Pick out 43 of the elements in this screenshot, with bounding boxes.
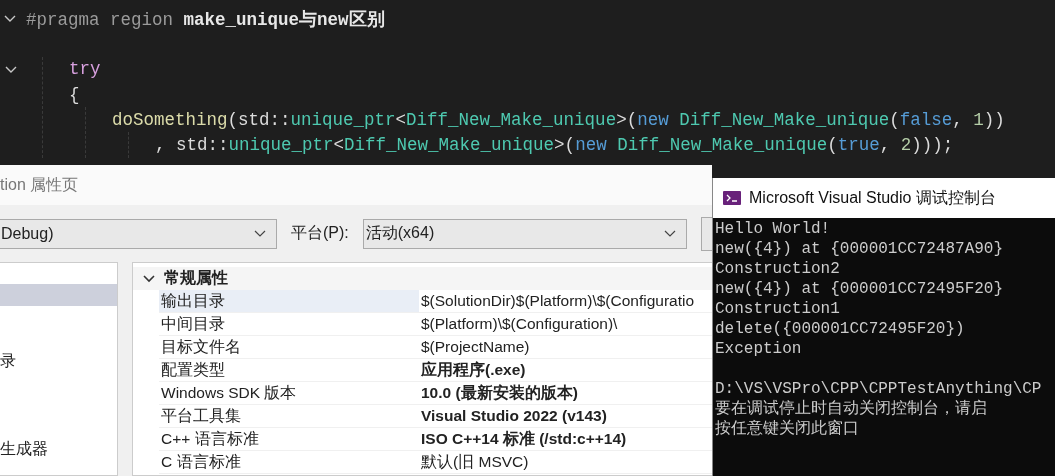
console-line: Construction1 [715,299,841,319]
property-value[interactable]: 应用程序(.exe) [419,359,526,381]
code-line: doSomething(std::unique_ptr<Diff_New_Make_unique>(new Diff_New_Make_unique(false, 1)) [112,109,1005,130]
property-value[interactable]: 默认(旧 MSVC) [419,451,529,473]
property-value[interactable]: ISO C++14 标准 (/std:c++14) [419,428,627,450]
console-line: 按任意键关闭此窗口 [715,419,860,439]
property-value[interactable]: 10.0 (最新安装的版本) [419,382,578,404]
configuration-dropdown[interactable]: Debug) [0,218,277,249]
platform-label: 平台(P): [291,223,349,243]
property-value[interactable]: $(SolutionDir)$(Platform)\$(Configuratio [419,292,695,310]
console-line: 要在调试停止时自动关闭控制台，请启 [715,399,988,419]
code-line: , std::unique_ptr<Diff_New_Make_unique>(new Diff_New_Make_unique(true, 2))); [155,135,954,156]
platform-dropdown[interactable]: 活动(x64) [362,218,687,249]
property-name[interactable]: 平台工具集 [159,405,419,427]
console-title: Microsoft Visual Studio 调试控制台 [749,187,996,208]
tree-item[interactable]: 录 [0,350,117,372]
property-name[interactable]: 目标文件名 [159,336,419,358]
group-heading: 常规属性 [164,268,228,288]
property-name[interactable]: 输出目录 [159,290,419,312]
console-icon [723,191,741,205]
dialog-title: tion 属性页 [0,174,79,195]
console-line: new({4}) at {000001CC72495F20} [715,279,1005,299]
console-line: delete({000001CC72495F20}) [715,319,966,339]
property-name[interactable]: 配置类型 [159,359,419,381]
property-name[interactable]: C 语言标准 [159,451,419,473]
property-name[interactable]: Windows SDK 版本 [159,382,419,404]
code-line: #pragma region make_unique与new区别 [26,8,385,31]
code-line: { [69,84,80,105]
property-value[interactable]: $(Platform)\$(Configuration)\ [419,315,618,333]
console-line: D:\VS\VSPro\CPP\CPPTestAnything\CP [715,379,1043,399]
property-name[interactable]: C++ 语言标准 [159,428,419,450]
console-line: Construction2 [715,259,841,279]
tree-item[interactable]: 生成器 [0,438,117,460]
property-value[interactable]: Visual Studio 2022 (v143) [419,407,607,425]
console-line: new({4}) at {000001CC72487A90} [715,239,1005,259]
property-name[interactable]: 中间目录 [159,313,419,335]
property-value[interactable]: $(ProjectName) [419,338,530,356]
console-line: Exception [715,339,803,359]
console-line: Hello World! [715,219,832,239]
code-line: try [69,59,101,80]
collapse-chevron-icon[interactable] [143,274,155,283]
caret-icon [663,230,676,237]
caret-icon [254,230,266,237]
